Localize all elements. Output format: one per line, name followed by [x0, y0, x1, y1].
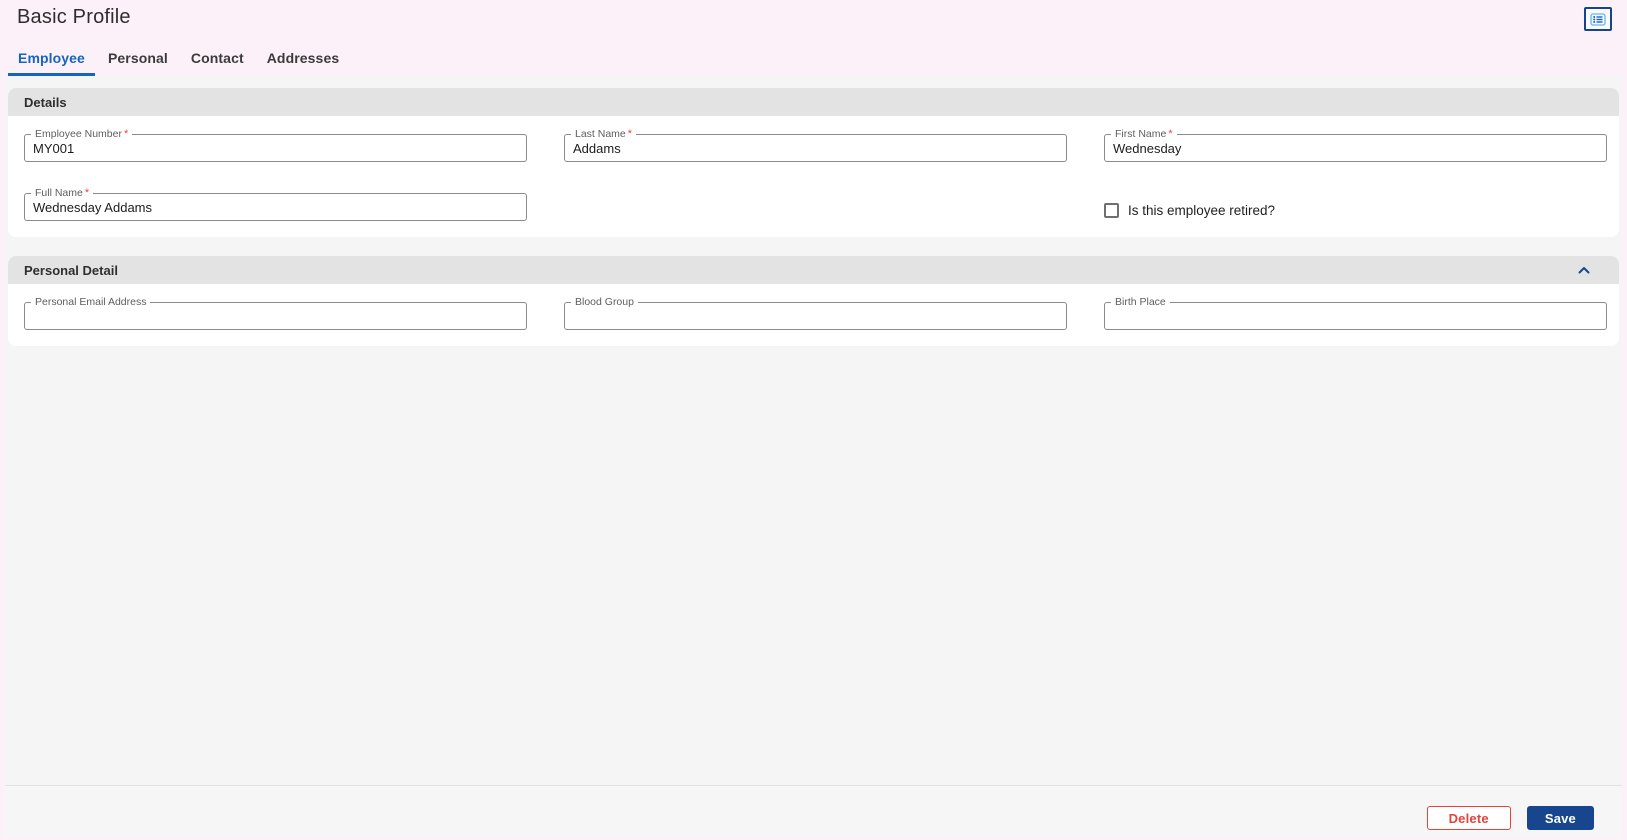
last-name-field: Last Name * [564, 129, 1067, 162]
employee-number-label: Employee Number * [35, 128, 129, 140]
content-panel: Details Employee Number* Last Name* Firs… [5, 76, 1622, 838]
birth-place-input[interactable] [1105, 308, 1606, 329]
retired-checkbox-row: Is this employee retired? [1104, 200, 1607, 221]
list-view-toggle-button[interactable] [1584, 7, 1612, 31]
page: Basic Profile Employee Personal Contact … [0, 0, 1627, 838]
first-name-field: First Name * [1104, 129, 1607, 162]
retired-checkbox-label: Is this employee retired? [1128, 203, 1276, 218]
full-name-input[interactable] [25, 200, 526, 220]
employee-number-input[interactable] [25, 141, 526, 161]
personal-detail-section: Personal Detail Personal Email Address B… [8, 256, 1619, 346]
full-name-label: Full Name * [35, 187, 90, 199]
blood-group-input[interactable] [565, 308, 1066, 329]
personal-detail-section-body: Personal Email Address Blood Group Birth… [8, 284, 1619, 346]
tab-bar: Employee Personal Contact Addresses [8, 40, 1627, 76]
action-bar: Delete Save [5, 785, 1622, 838]
last-name-input[interactable] [565, 141, 1066, 161]
retired-checkbox[interactable] [1104, 203, 1119, 218]
tab-personal[interactable]: Personal [98, 40, 178, 76]
full-name-field: Full Name * [24, 188, 527, 221]
chevron-up-icon [1578, 266, 1590, 274]
employee-number-field: Employee Number * [24, 129, 527, 162]
tab-employee[interactable]: Employee [8, 40, 95, 76]
personal-email-input[interactable] [25, 308, 526, 329]
tab-addresses[interactable]: Addresses [257, 40, 350, 76]
personal-detail-section-header: Personal Detail [8, 256, 1619, 284]
details-section: Details Employee Number* Last Name* Firs… [8, 88, 1619, 237]
details-section-title: Details [24, 94, 67, 110]
collapse-section-button[interactable] [1576, 264, 1592, 276]
details-section-header: Details [8, 88, 1619, 116]
birth-place-label: Birth Place [1115, 296, 1166, 308]
first-name-input[interactable] [1105, 141, 1606, 161]
required-marker: * [1168, 128, 1173, 140]
page-header: Basic Profile [0, 0, 1627, 40]
birth-place-field: Birth Place [1104, 297, 1607, 330]
list-view-icon [1590, 12, 1606, 26]
blood-group-label: Blood Group [575, 296, 634, 308]
details-section-body: Employee Number* Last Name* First Name* … [8, 116, 1619, 237]
personal-email-field: Personal Email Address [24, 297, 527, 330]
first-name-label: First Name * [1115, 128, 1173, 140]
blood-group-field: Blood Group [564, 297, 1067, 330]
delete-button[interactable]: Delete [1426, 806, 1511, 830]
personal-detail-section-title: Personal Detail [24, 262, 118, 278]
personal-email-label: Personal Email Address [35, 296, 147, 308]
save-button[interactable]: Save [1526, 806, 1594, 830]
required-marker: * [84, 187, 90, 199]
required-marker: * [627, 128, 633, 140]
last-name-label: Last Name * [575, 128, 633, 140]
page-title: Basic Profile [17, 6, 131, 28]
required-marker: * [123, 128, 129, 140]
tab-contact[interactable]: Contact [181, 40, 254, 76]
